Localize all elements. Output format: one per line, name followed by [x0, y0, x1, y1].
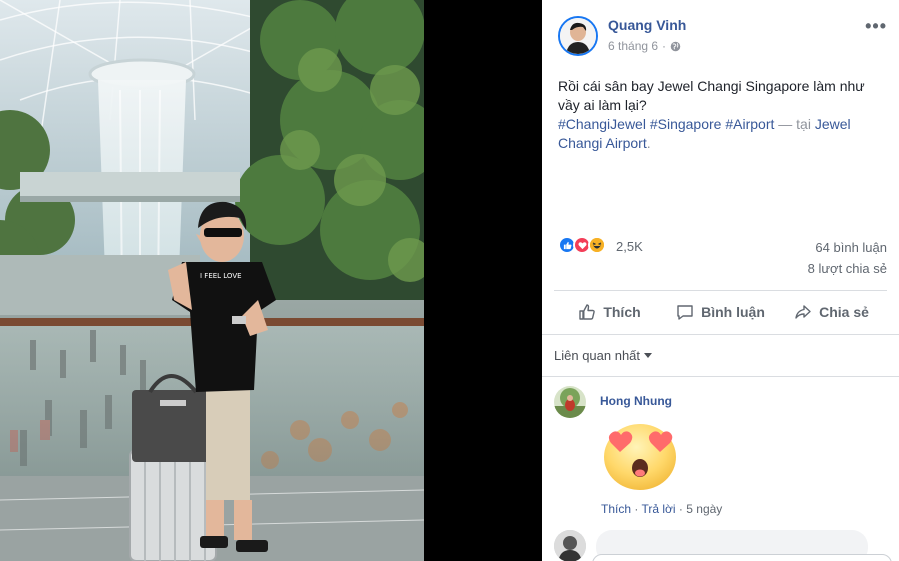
comment-icon [677, 305, 693, 320]
reply-input[interactable] [592, 554, 892, 561]
author-name[interactable]: Quang Vinh [608, 17, 686, 33]
post-side-panel: Quang Vinh 6 tháng 6 · ••• Rồi cái sân b… [542, 0, 899, 561]
location-prefix: — tại [778, 116, 811, 132]
comment-item: Hong Nhung Thích · Trả lời · 5 ngày [554, 386, 887, 516]
reaction-count[interactable]: 2,5K [616, 239, 643, 254]
comment-sort-label: Liên quan nhất [554, 348, 641, 363]
like-button[interactable]: Thích [554, 292, 665, 332]
heart-eyes-emoji-sticker [602, 422, 684, 492]
hashtag-singapore[interactable]: #Singapore [650, 116, 722, 132]
hashtag-airport[interactable]: #Airport [725, 116, 774, 132]
svg-text:I FEEL LOVE: I FEEL LOVE [200, 272, 242, 280]
hashtag-changijewel[interactable]: #ChangiJewel [558, 116, 646, 132]
photo-theater-background [424, 0, 542, 561]
share-button[interactable]: Chia sẻ [776, 292, 887, 332]
sort-divider [542, 376, 899, 377]
commenter-name[interactable]: Hong Nhung [600, 394, 672, 408]
comment-actions: Thích · Trả lời · 5 ngày [601, 502, 722, 516]
location-suffix: . [646, 135, 651, 151]
stats-divider [554, 290, 887, 291]
thumbs-up-icon [579, 304, 596, 320]
comment-like-link[interactable]: Thích [601, 502, 631, 516]
post-date[interactable]: 6 tháng 6 [608, 39, 658, 53]
post-meta: 6 tháng 6 · [608, 39, 681, 53]
post-stats: 2,5K 64 bình luận 8 lượt chia sẻ [558, 236, 887, 280]
post-actions: Thích Bình luận Chia sẻ [554, 292, 887, 332]
haha-icon [588, 236, 606, 254]
comment-separator: · [678, 502, 683, 516]
comment-time[interactable]: 5 ngày [686, 502, 722, 516]
post-header: Quang Vinh 6 tháng 6 · ••• [558, 16, 889, 60]
like-label: Thích [603, 304, 641, 320]
chevron-down-icon [644, 353, 653, 358]
more-options-icon[interactable]: ••• [865, 16, 887, 37]
comment-label: Bình luận [701, 304, 765, 320]
comment-reply-link[interactable]: Trả lời [641, 502, 675, 516]
reaction-summary[interactable] [558, 236, 606, 254]
comment-sort-dropdown[interactable]: Liên quan nhất [554, 348, 653, 363]
comment-count[interactable]: 64 bình luận [815, 240, 887, 255]
author-avatar[interactable] [558, 16, 598, 56]
globe-icon[interactable] [670, 41, 681, 52]
commenter-avatar[interactable] [554, 530, 586, 561]
post-caption: Rồi cái sân bay Jewel Changi Singapore l… [558, 78, 865, 113]
share-label: Chia sẻ [819, 304, 869, 320]
share-count[interactable]: 8 lượt chia sẻ [808, 261, 887, 276]
post-photo[interactable]: I FEEL LOVE [0, 0, 424, 561]
post-text: Rồi cái sân bay Jewel Changi Singapore l… [558, 77, 878, 153]
share-icon [795, 305, 811, 319]
commenter-avatar[interactable] [554, 386, 586, 418]
comment-button[interactable]: Bình luận [665, 292, 776, 332]
comment-separator: · [634, 502, 639, 516]
actions-divider [542, 334, 899, 335]
